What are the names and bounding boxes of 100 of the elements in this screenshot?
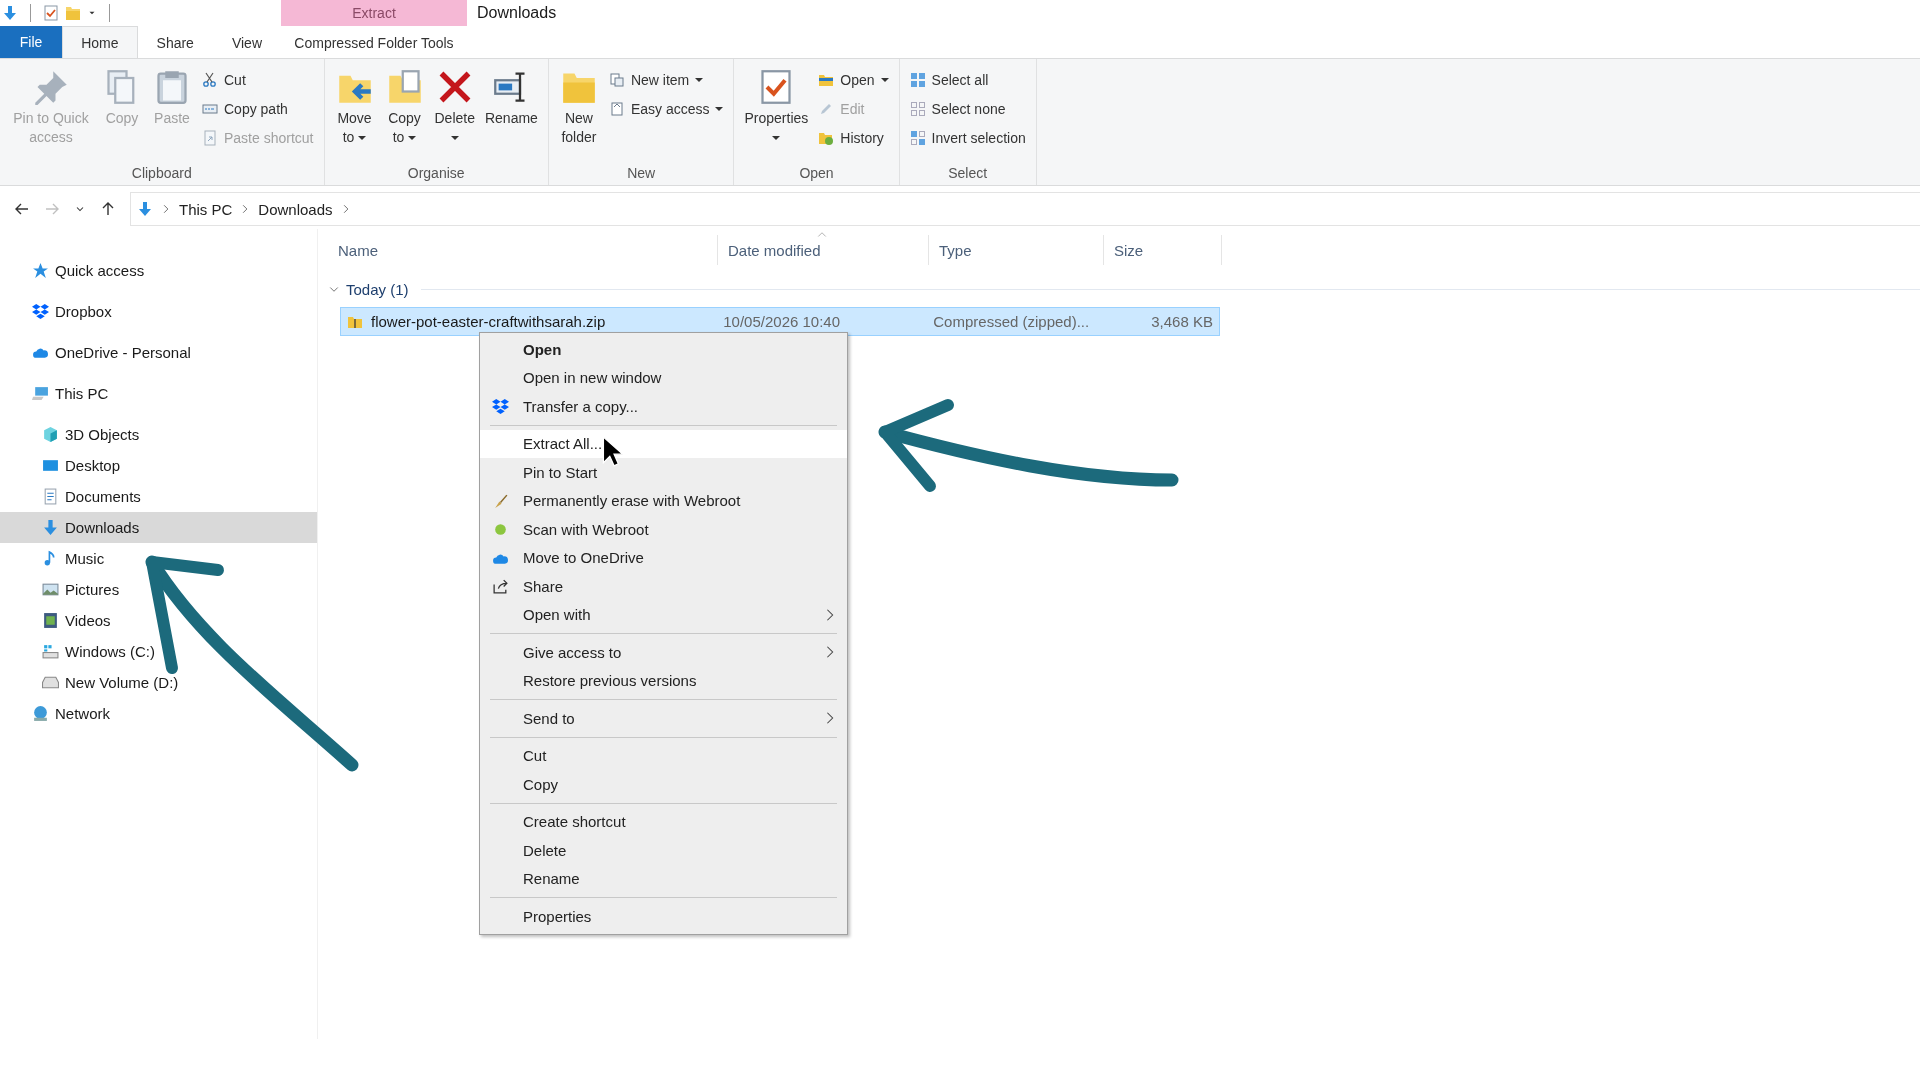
nav-item[interactable]: OneDrive - Personal xyxy=(0,337,317,368)
menu-item[interactable]: Scan with Webroot xyxy=(480,515,847,544)
nav-item[interactable]: Desktop xyxy=(0,450,317,481)
grid-icon xyxy=(909,101,926,117)
drive-icon xyxy=(42,643,59,660)
network-icon xyxy=(32,705,49,722)
ribbon-button[interactable]: Select none xyxy=(905,96,1030,122)
menu-item[interactable]: Pin to Start xyxy=(480,458,847,487)
menu-item[interactable]: Share xyxy=(480,572,847,601)
ribbon-button[interactable]: Copy path xyxy=(198,96,318,122)
nav-item[interactable]: 3D Objects xyxy=(0,419,317,450)
folder-icon xyxy=(818,72,835,88)
broom-icon xyxy=(492,492,509,510)
column-header[interactable]: Name xyxy=(328,235,718,265)
ribbon-button[interactable]: History xyxy=(814,125,893,151)
nav-item[interactable]: Pictures xyxy=(0,574,317,605)
ribbon-button[interactable]: Delete xyxy=(430,65,479,165)
menu-item[interactable]: Open with xyxy=(480,600,847,629)
ribbon-button[interactable]: Properties xyxy=(740,65,813,165)
table-cell: 3,468 KB xyxy=(1151,313,1213,330)
ribbon-button[interactable]: Invert selection xyxy=(905,125,1030,151)
nav-item[interactable]: This PC xyxy=(0,378,317,409)
pointer-cursor-icon xyxy=(602,436,624,468)
menu-item[interactable]: Permanently erase with Webroot xyxy=(480,486,847,515)
new-item-icon xyxy=(608,72,625,88)
breadcrumb[interactable]: Downloads xyxy=(258,200,333,218)
dropbox-icon xyxy=(492,398,509,415)
table-cell: 10/05/2026 10:40 xyxy=(723,313,841,330)
column-header[interactable]: Type xyxy=(929,235,1104,265)
chevron-icon xyxy=(161,204,171,214)
ribbon-button[interactable]: Move to xyxy=(330,65,379,165)
file-tab[interactable]: File xyxy=(0,26,63,58)
menu-item[interactable]: Rename xyxy=(480,864,847,893)
menu-item[interactable]: Create shortcut xyxy=(480,807,847,836)
ribbon-tab[interactable]: Compressed Folder Tools xyxy=(281,26,467,58)
document-icon xyxy=(42,488,59,505)
menu-item[interactable]: Properties xyxy=(480,902,847,931)
cube-icon xyxy=(42,426,59,443)
nav-item[interactable]: Network xyxy=(0,698,317,729)
shortcut-icon xyxy=(202,130,218,146)
nav-item[interactable]: Windows (C:) xyxy=(0,636,317,667)
scissors-icon xyxy=(202,72,218,88)
menu-item[interactable]: Copy xyxy=(480,770,847,799)
checklist-icon[interactable] xyxy=(43,5,59,21)
menu-item[interactable]: Send to xyxy=(480,704,847,733)
circle-icon xyxy=(492,521,509,538)
grid-icon xyxy=(909,130,926,146)
download-icon[interactable] xyxy=(2,5,18,21)
clipboard-icon xyxy=(154,69,190,105)
menu-item[interactable]: Give access to xyxy=(480,638,847,667)
file-row[interactable]: flower-pot-easter-craftwithsarah.zip 10/05/2026 10:40 Compressed (zipped)... 3,468 KB xyxy=(340,307,1220,336)
ribbon-button[interactable]: New folder xyxy=(554,65,603,165)
column-header[interactable]: Date modified xyxy=(718,235,929,265)
menu-item[interactable]: Open in new window xyxy=(480,363,847,392)
drive-icon xyxy=(42,674,59,691)
group-label: Clipboard xyxy=(131,165,192,181)
grid-icon xyxy=(909,72,926,88)
nav-item[interactable]: Downloads xyxy=(0,512,317,543)
nav-item[interactable]: Documents xyxy=(0,481,317,512)
column-header[interactable]: Size xyxy=(1104,235,1222,265)
menu-item[interactable]: Transfer a copy... xyxy=(480,392,847,421)
ribbon-tab[interactable]: View xyxy=(212,26,281,58)
computer-icon xyxy=(32,385,49,402)
group-label: Open xyxy=(799,165,834,181)
ribbon-tab[interactable]: Share xyxy=(137,26,213,58)
address-field[interactable]: This PC Downloads xyxy=(130,192,1920,226)
nav-item[interactable]: Videos xyxy=(0,605,317,636)
ribbon-tab[interactable]: Home xyxy=(62,26,138,58)
ribbon-button[interactable]: Open xyxy=(814,67,893,93)
menu-item[interactable]: Open xyxy=(480,335,847,364)
menu-item[interactable]: Restore previous versions xyxy=(480,666,847,695)
ribbon-button[interactable]: Select all xyxy=(905,67,1030,93)
nav-item[interactable]: Music xyxy=(0,543,317,574)
group-label: New xyxy=(627,165,656,181)
desktop-icon xyxy=(42,457,59,474)
ribbon-button[interactable]: Rename xyxy=(480,65,542,165)
menu-item[interactable]: Cut xyxy=(480,741,847,770)
ribbon-button[interactable]: Cut xyxy=(198,67,318,93)
group-label: Select xyxy=(948,165,988,181)
back-icon[interactable] xyxy=(14,201,30,217)
table-cell: flower-pot-easter-craftwithsarah.zip xyxy=(371,313,606,330)
menu-item[interactable]: Move to OneDrive xyxy=(480,543,847,572)
share-icon xyxy=(492,578,509,595)
star-icon xyxy=(32,262,49,279)
nav-item[interactable]: New Volume (D:) xyxy=(0,667,317,698)
folder-page-icon xyxy=(386,69,423,105)
nav-item[interactable]: Dropbox xyxy=(0,296,317,327)
menu-item[interactable]: Extract All... xyxy=(480,429,847,458)
path-icon xyxy=(202,101,218,117)
breadcrumb[interactable]: This PC xyxy=(179,200,233,218)
download-icon xyxy=(42,519,59,536)
up-icon[interactable] xyxy=(100,201,116,217)
page-icon xyxy=(608,101,625,117)
ribbon-button[interactable]: Easy access xyxy=(604,96,728,122)
menu-item[interactable]: Delete xyxy=(480,836,847,865)
table-cell: Compressed (zipped)... xyxy=(933,313,1090,330)
nav-item[interactable]: Quick access xyxy=(0,255,317,286)
group-header: Today (1) xyxy=(346,280,409,298)
ribbon-button[interactable]: Copy to xyxy=(380,65,429,165)
ribbon-button[interactable]: New item xyxy=(604,67,728,93)
